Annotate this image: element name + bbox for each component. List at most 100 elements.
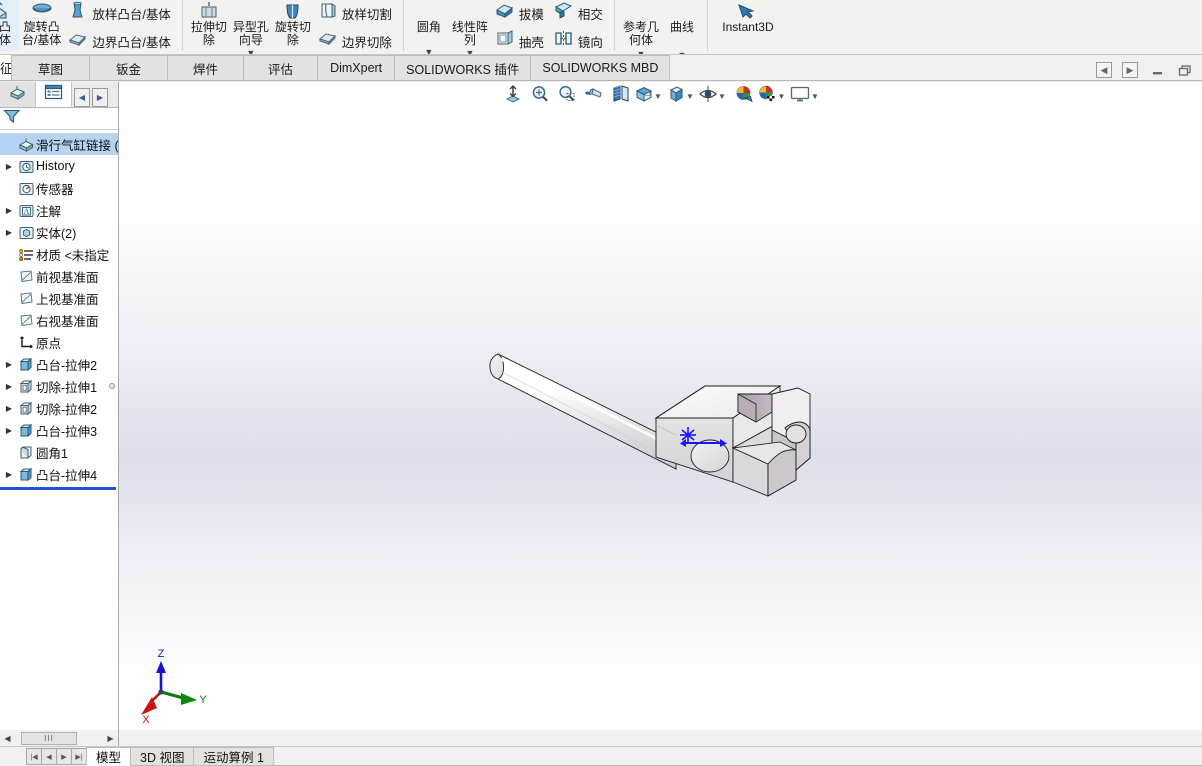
tree-expand-cut-extrude2[interactable]: ▶: [2, 404, 16, 413]
boss-extrude-icon: [16, 423, 36, 438]
display-style-button[interactable]: ▼: [667, 83, 694, 109]
tab-dimxpert[interactable]: DimXpert: [317, 55, 396, 80]
tree-item-sensors[interactable]: 传感器: [0, 177, 118, 199]
hscroll-left-button[interactable]: ◀: [0, 731, 15, 746]
tab-sheetmetal[interactable]: 钣金: [89, 55, 169, 80]
reference-geometry-button[interactable]: 参考几 何体 ▼: [620, 0, 662, 55]
tree-expand-solid-bodies[interactable]: ▶: [2, 228, 16, 237]
tree-item-front-plane[interactable]: 前视基准面: [0, 265, 118, 287]
draft-label: 拔模: [518, 7, 544, 22]
linear-pattern-button[interactable]: 线性阵 列 ▼: [449, 0, 491, 55]
tree-item-origin[interactable]: 原点: [0, 331, 118, 353]
edit-appearance-button[interactable]: [731, 83, 757, 109]
previous-view-button[interactable]: [581, 83, 607, 109]
view-settings-button[interactable]: ▼: [790, 83, 819, 109]
tab-sw-addins[interactable]: SOLIDWORKS 插件: [394, 55, 532, 80]
apply-scene-chevron-down-icon[interactable]: ▼: [778, 83, 786, 109]
tree-item-fillet1[interactable]: 圆角1: [0, 441, 118, 463]
tree-item-top-plane[interactable]: 上视基准面: [0, 287, 118, 309]
extruded-cut-button[interactable]: 拉伸切 除: [188, 0, 230, 51]
boundary-cut-button[interactable]: 边界切除: [316, 28, 396, 54]
tree-item-boss-extrude4[interactable]: ▶ 凸台-拉伸4: [0, 463, 118, 485]
tree-expand-cut-extrude1[interactable]: ▶: [2, 382, 16, 391]
display-style-chevron-down-icon[interactable]: ▼: [686, 83, 694, 109]
tree-item-material[interactable]: 材质 <未指定: [0, 243, 118, 265]
tree-item-annotations[interactable]: ▶ A 注解: [0, 199, 118, 221]
minimize-button[interactable]: [1148, 62, 1166, 78]
tree-item-right-plane[interactable]: 右视基准面: [0, 309, 118, 331]
hscroll-right-button[interactable]: ▶: [103, 731, 118, 746]
tree-item-root[interactable]: 滑行气缸链接 (默: [0, 133, 118, 155]
extruded-boss-base-button[interactable]: 伸凸 基体: [0, 0, 19, 51]
nav-first-button[interactable]: |◀: [26, 748, 42, 765]
ribbon-group-cut: 拉伸切 除 异型孔 向导 ▼ 旋转切 除 放样切割 边界切除: [183, 0, 404, 55]
lofted-boss-base-button[interactable]: 放样凸台/基体: [66, 0, 174, 26]
rollback-bar[interactable]: [0, 487, 116, 490]
feature-tree-horizontal-scrollbar[interactable]: ◀ III ▶: [0, 730, 119, 746]
tree-item-history[interactable]: ▶ History: [0, 155, 118, 177]
tab-sketch[interactable]: 草图: [11, 55, 91, 80]
nav-next-button[interactable]: ▶: [56, 748, 72, 765]
collapse-right-pane-button[interactable]: ▶: [1122, 62, 1138, 78]
revolved-cut-button[interactable]: 旋转切 除: [272, 0, 314, 51]
hole-wizard-button[interactable]: 异型孔 向导 ▼: [230, 0, 272, 55]
revolved-cut-label: 旋转切 除: [274, 20, 311, 47]
collapse-left-pane-button[interactable]: ◀: [1096, 62, 1112, 78]
tree-item-boss-extrude4-label: 凸台-拉伸4: [36, 468, 98, 483]
fm-nav-right-button[interactable]: ▶: [92, 87, 108, 107]
revolved-boss-base-button[interactable]: 旋转凸 台/基体: [19, 0, 64, 51]
hscroll-track[interactable]: III: [15, 730, 103, 746]
nav-last-button[interactable]: ▶|: [71, 748, 87, 765]
hide-show-items-chevron-down-icon[interactable]: ▼: [718, 83, 726, 109]
fillet-button[interactable]: 圆角 ▼: [409, 0, 449, 55]
bottom-tab-motionstudy[interactable]: 运动算例 1: [193, 747, 274, 766]
fillet-chevron-down-icon[interactable]: ▼: [424, 48, 433, 55]
fm-tab-feature-tree[interactable]: [0, 82, 36, 107]
zoom-in-out-button[interactable]: [554, 83, 580, 109]
bottom-tab-3dviews[interactable]: 3D 视图: [130, 747, 195, 766]
fm-tab-property-manager[interactable]: [36, 82, 72, 107]
hide-show-items-button[interactable]: ▼: [699, 83, 726, 109]
draft-button[interactable]: 拔模: [493, 0, 548, 26]
zoom-to-area-button[interactable]: [527, 83, 553, 109]
ribbon-group-boss: 伸凸 基体 旋转凸 台/基体: [0, 0, 183, 51]
tree-item-boss-extrude3[interactable]: ▶ 凸台-拉伸3: [0, 419, 118, 441]
view-settings-chevron-down-icon[interactable]: ▼: [811, 83, 819, 109]
tab-sw-mbd[interactable]: SOLIDWORKS MBD: [530, 55, 671, 80]
clevis-rod-part[interactable]: [480, 330, 860, 525]
boundary-boss-base-label: 边界凸台/基体: [92, 35, 171, 50]
feature-tree-filter-bar[interactable]: [0, 108, 118, 130]
boundary-boss-base-button[interactable]: 边界凸台/基体: [66, 28, 174, 54]
shell-button[interactable]: 抽壳: [493, 28, 548, 54]
reference-geometry-icon: [630, 1, 652, 21]
tree-item-boss-extrude2[interactable]: ▶ 凸台-拉伸2: [0, 353, 118, 375]
hscroll-thumb[interactable]: III: [21, 731, 77, 745]
tree-expand-boss-extrude2[interactable]: ▶: [2, 360, 16, 369]
bottom-tab-model[interactable]: 模型: [86, 747, 132, 766]
curves-button[interactable]: 曲线 ▼: [662, 0, 702, 55]
tree-expand-boss-extrude3[interactable]: ▶: [2, 426, 16, 435]
fm-nav-left-button[interactable]: ◀: [74, 87, 90, 107]
loft-boss-icon: [68, 1, 87, 25]
view-orientation-button[interactable]: ▼: [635, 83, 662, 109]
tree-item-cut-extrude2[interactable]: ▶ 切除-拉伸2: [0, 397, 118, 419]
tree-expand-history[interactable]: ▶: [2, 162, 16, 171]
mirror-button[interactable]: 镜向: [552, 28, 607, 54]
graphics-viewport[interactable]: ▼ ▼ ▼ ▼ ▼ Z Y X: [119, 82, 1202, 730]
view-orientation-chevron-down-icon[interactable]: ▼: [654, 83, 662, 109]
restore-button[interactable]: [1176, 62, 1194, 78]
nav-prev-button[interactable]: ◀: [41, 748, 57, 765]
tree-item-cut-extrude1[interactable]: ▶ 切除-拉伸1: [0, 375, 118, 397]
tab-evaluate[interactable]: 评估: [243, 55, 319, 80]
lofted-cut-button[interactable]: 放样切割: [316, 0, 396, 26]
tab-weldments[interactable]: 焊件: [167, 55, 245, 80]
feature-tree: 滑行气缸链接 (默 ▶ History: [0, 130, 118, 490]
tree-item-solid-bodies[interactable]: ▶ 实体(2): [0, 221, 118, 243]
instant3d-button[interactable]: Instant3D: [713, 0, 783, 51]
zoom-to-fit-button[interactable]: [500, 83, 526, 109]
tree-expand-annotations[interactable]: ▶: [2, 206, 16, 215]
intersect-button[interactable]: 相交: [552, 0, 607, 26]
section-view-button[interactable]: [608, 83, 634, 109]
apply-scene-button[interactable]: ▼: [758, 83, 786, 109]
tree-expand-boss-extrude4[interactable]: ▶: [2, 470, 16, 479]
